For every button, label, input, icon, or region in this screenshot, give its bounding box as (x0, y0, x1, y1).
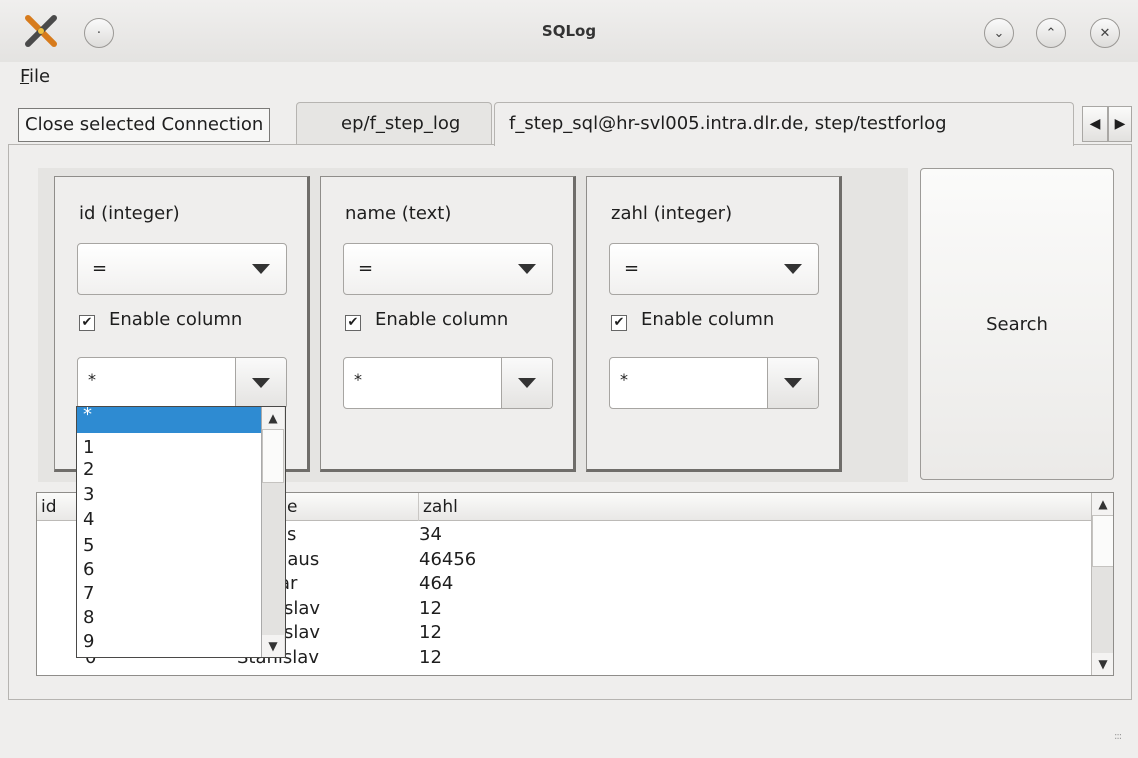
table-cell: 46456 (419, 548, 477, 570)
table-cell: 34 (419, 524, 442, 545)
zahl-column: 34 46456 464 12 12 12 (419, 523, 619, 670)
dropdown-option[interactable]: 6 (77, 557, 261, 582)
menu-file-label: ile (29, 66, 51, 87)
table-cell: 464 (419, 573, 454, 594)
dropdown-option[interactable]: 9 (77, 629, 261, 654)
filter-group-zahl: zahl (integer) = ✔ Enable column * (586, 176, 842, 472)
dropdown-option[interactable]: 8 (77, 605, 261, 630)
close-icon[interactable]: ✕ (1090, 18, 1120, 48)
status-bar: ::: (0, 708, 1138, 758)
column-header-zahl[interactable]: zahl (419, 493, 1091, 521)
filter-title: id (integer) (79, 203, 180, 224)
filter-title: name (text) (345, 203, 452, 224)
id-value-dropdown-list[interactable]: * 1 2 3 4 5 6 7 8 9 ▲ ▼ (76, 406, 286, 658)
minimize-icon[interactable]: ⌄ (984, 18, 1014, 48)
operator-select[interactable]: = (77, 243, 287, 295)
enable-column-label: Enable column (109, 309, 243, 330)
chevron-down-icon (518, 378, 536, 388)
value-text: * (88, 370, 96, 389)
maximize-icon[interactable]: ⌃ (1036, 18, 1066, 48)
app-logo-icon (24, 14, 58, 48)
chevron-down-icon (784, 378, 802, 388)
table-cell: 12 (419, 622, 442, 643)
enable-column-label: Enable column (641, 309, 775, 330)
dropdown-option[interactable]: 7 (77, 581, 261, 606)
scroll-up-icon[interactable]: ▲ (262, 407, 284, 429)
tab-scroll-right-icon[interactable]: ▶ (1108, 106, 1132, 142)
value-combo[interactable]: * (343, 357, 553, 409)
table-cell: 12 (419, 646, 442, 668)
value-text: * (620, 370, 628, 389)
window-title: SQLog (541, 22, 597, 40)
operator-select[interactable]: = (609, 243, 819, 295)
value-combo[interactable]: * (609, 357, 819, 409)
tab-label: f_step_sql@hr-svl005.intra.dlr.de, step/… (509, 113, 947, 134)
enable-column-checkbox[interactable]: ✔ (611, 315, 627, 331)
operator-value: = (358, 258, 374, 279)
table-scrollbar[interactable]: ▲ ▼ (1091, 493, 1113, 675)
menu-file-mnemonic: F (20, 66, 30, 87)
filter-title: zahl (integer) (611, 203, 733, 224)
value-combo[interactable]: * (77, 357, 287, 409)
dropdown-option[interactable]: 3 (77, 482, 261, 507)
operator-value: = (92, 258, 108, 279)
scroll-thumb[interactable] (262, 429, 284, 483)
dropdown-button[interactable] (235, 358, 286, 408)
enable-column-label: Enable column (375, 309, 509, 330)
tab-testforlog[interactable]: f_step_sql@hr-svl005.intra.dlr.de, step/… (494, 102, 1074, 146)
tab-label: ep/f_step_log (341, 113, 461, 134)
scroll-thumb[interactable] (1092, 515, 1113, 567)
dropdown-option[interactable]: 5 (77, 533, 261, 558)
chevron-down-icon (518, 264, 536, 274)
chevron-down-icon (252, 264, 270, 274)
enable-column-checkbox[interactable]: ✔ (345, 315, 361, 331)
dropdown-option[interactable]: * (77, 406, 261, 433)
dropdown-button[interactable] (501, 358, 552, 408)
dropdown-scrollbar[interactable]: ▲ ▼ (261, 407, 285, 657)
tab-scroll-left-icon[interactable]: ◀ (1082, 106, 1108, 142)
enable-column-checkbox[interactable]: ✔ (79, 315, 95, 331)
chevron-down-icon (252, 378, 270, 388)
tab-f-step-log[interactable]: ep/f_step_log (296, 102, 492, 144)
scroll-up-icon[interactable]: ▲ (1092, 493, 1113, 515)
resize-grip-icon[interactable]: ::: (1114, 732, 1132, 752)
menu-file[interactable]: File (20, 66, 50, 87)
operator-select[interactable]: = (343, 243, 553, 295)
dropdown-option[interactable]: 2 (77, 457, 261, 482)
dropdown-option[interactable]: 4 (77, 507, 261, 532)
search-button[interactable]: Search (920, 168, 1114, 480)
table-cell: 12 (419, 597, 442, 619)
value-text: * (354, 370, 362, 389)
operator-value: = (624, 258, 640, 279)
scroll-down-icon[interactable]: ▼ (1092, 653, 1113, 675)
window-menu-icon[interactable]: · (84, 18, 114, 48)
chevron-down-icon (784, 264, 802, 274)
filter-group-name: name (text) = ✔ Enable column * (320, 176, 576, 472)
close-connection-tooltip: Close selected Connection (18, 108, 271, 142)
scroll-down-icon[interactable]: ▼ (262, 635, 284, 657)
dropdown-button[interactable] (767, 358, 818, 408)
